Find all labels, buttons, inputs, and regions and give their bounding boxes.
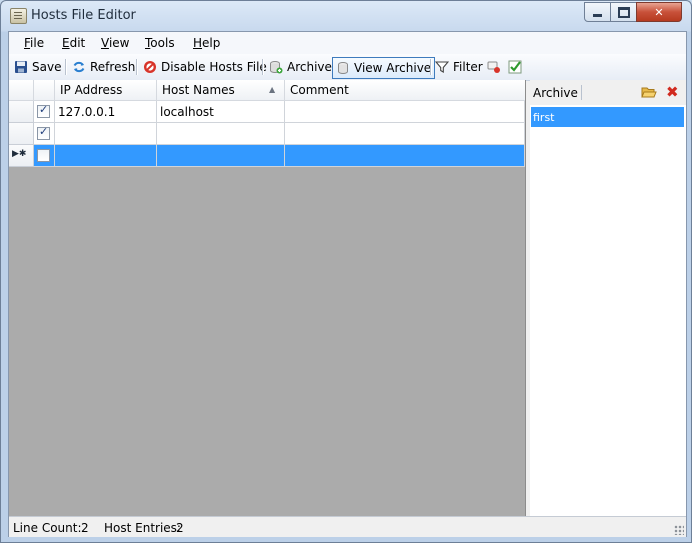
column-header-comment[interactable]: Comment [285, 80, 525, 101]
archive-panel-title: Archive [533, 86, 578, 100]
row-header[interactable] [9, 101, 34, 123]
host-names-cell[interactable]: localhost [157, 101, 285, 123]
menu-tools[interactable]: Tools [145, 36, 175, 50]
column-header-ip-address[interactable]: IP Address [55, 80, 157, 101]
menu-help[interactable]: Help [193, 36, 220, 50]
table-row[interactable]: 127.0.0.1 localhost [9, 101, 525, 123]
panel-separator [581, 85, 582, 100]
comment-cell[interactable] [285, 145, 525, 167]
title-bar[interactable]: Hosts File Editor ✕ [1, 1, 691, 31]
host-entries-label: Host Entries: [104, 521, 181, 535]
comment-cell[interactable] [285, 101, 525, 123]
toolbar: Save Refresh Disable Hosts File Archive … [9, 54, 686, 81]
menu-file[interactable]: File [24, 36, 44, 50]
host-names-cell[interactable] [157, 145, 285, 167]
row-header[interactable] [9, 123, 34, 145]
minimize-icon [593, 13, 602, 17]
ip-address-cell[interactable]: 127.0.0.1 [55, 101, 157, 123]
app-icon [10, 8, 27, 24]
toolbar-separator [136, 59, 138, 75]
new-row[interactable]: ▶✱ [9, 145, 525, 167]
resize-grip-icon[interactable] [674, 525, 684, 535]
archive-button[interactable]: Archive [267, 57, 334, 77]
view-archive-button[interactable]: View Archive [332, 57, 436, 79]
line-count-value: 2 [81, 521, 89, 535]
filter-clear-icon [487, 60, 501, 74]
ip-address-cell[interactable] [55, 123, 157, 145]
archive-list-item[interactable]: first [531, 107, 684, 127]
toolbar-separator [430, 59, 432, 75]
row-header-corner [9, 80, 34, 101]
enabled-cell[interactable] [34, 145, 55, 167]
checkmark-icon [508, 60, 522, 74]
enabled-checkbox[interactable] [37, 125, 50, 140]
close-button[interactable]: ✕ [636, 2, 682, 22]
window-title: Hosts File Editor [31, 8, 136, 23]
filter-button[interactable]: Filter [433, 57, 485, 77]
refresh-button[interactable]: Refresh [70, 57, 137, 77]
minimize-button[interactable] [584, 2, 611, 22]
row-header[interactable]: ▶✱ [9, 145, 34, 167]
comment-cell[interactable] [285, 123, 525, 145]
client-area: File Edit View Tools Help Save Refresh D… [8, 31, 687, 537]
host-entries-value: 2 [176, 521, 184, 535]
toolbar-separator [65, 59, 67, 75]
menu-edit[interactable]: Edit [62, 36, 85, 50]
filter-options-button[interactable] [485, 57, 503, 77]
new-row-indicator-icon: ▶✱ [12, 149, 27, 159]
archive-icon [336, 61, 350, 75]
maximize-button[interactable] [610, 2, 637, 22]
sort-ascending-icon: ▲ [269, 85, 276, 94]
open-folder-icon[interactable] [641, 85, 657, 102]
enabled-cell[interactable] [34, 101, 55, 123]
status-bar: Line Count: 2 Host Entries: 2 [9, 516, 686, 537]
archive-panel-header: Archive ✖ [530, 80, 686, 105]
toolbar-separator [262, 59, 264, 75]
maximize-icon [617, 6, 630, 18]
enabled-checkbox[interactable] [37, 149, 50, 162]
disable-icon [143, 60, 157, 74]
archive-add-icon [269, 60, 283, 74]
archive-panel: Archive ✖ first [530, 80, 686, 516]
main-window: Hosts File Editor ✕ File Edit View Tools… [0, 0, 692, 543]
refresh-icon [72, 60, 86, 74]
table-row[interactable] [9, 123, 525, 145]
menu-bar: File Edit View Tools Help [9, 32, 686, 54]
menu-view[interactable]: View [101, 36, 129, 50]
floppy-disk-icon [14, 60, 28, 74]
column-header-host-names[interactable]: Host Names ▲ [157, 80, 285, 101]
hosts-grid[interactable]: IP Address Host Names▲ Comment 127.0.0.1… [9, 80, 526, 516]
close-icon: ✕ [654, 5, 664, 19]
line-count-label: Line Count: [13, 521, 82, 535]
save-button[interactable]: Save [12, 57, 63, 77]
enabled-cell[interactable] [34, 123, 55, 145]
apply-button[interactable] [506, 57, 524, 77]
enabled-checkbox[interactable] [37, 103, 50, 118]
filter-icon [434, 60, 450, 74]
delete-icon[interactable]: ✖ [666, 83, 679, 101]
column-header-enabled[interactable] [34, 80, 55, 101]
disable-hosts-file-button[interactable]: Disable Hosts File [141, 57, 269, 77]
ip-address-cell[interactable] [55, 145, 157, 167]
host-names-cell[interactable] [157, 123, 285, 145]
